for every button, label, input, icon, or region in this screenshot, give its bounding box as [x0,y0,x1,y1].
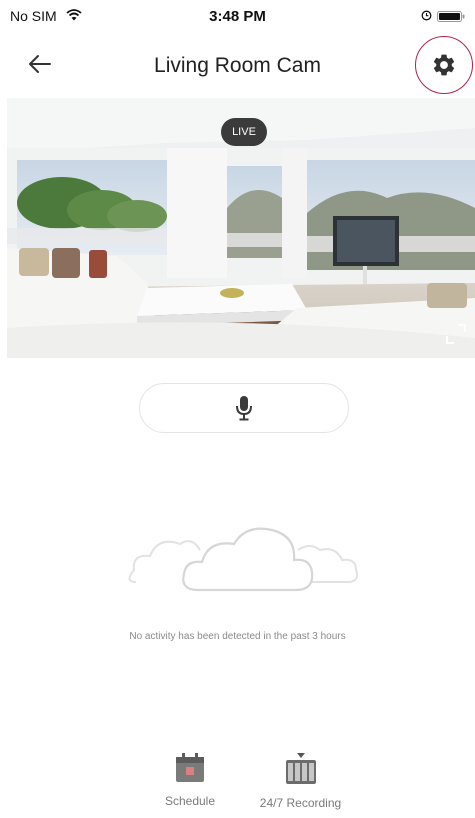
alarm-icon [421,10,432,21]
schedule-button[interactable]: Schedule [155,752,225,808]
calendar-icon [176,753,204,782]
recording-label: 24/7 Recording [259,796,342,810]
fullscreen-icon[interactable] [445,323,467,345]
gear-icon [433,54,455,76]
status-bar: No SIM 3:48 PM [0,0,475,30]
talk-button[interactable] [139,383,349,433]
live-badge: LIVE [221,118,267,146]
nav-bar: Living Room Cam [0,30,475,98]
settings-button[interactable] [415,36,473,94]
camera-live-feed[interactable]: LIVE [7,98,475,358]
film-strip-icon [285,753,316,784]
clouds-icon [128,527,359,592]
status-time: 3:48 PM [209,8,266,25]
battery-icon [437,11,465,22]
empty-state-message: No activity has been detected in the pas… [129,631,346,642]
schedule-label: Schedule [164,794,216,808]
continuous-recording-button[interactable]: 24/7 Recording [243,752,358,810]
microphone-icon [236,396,252,421]
page-title: Living Room Cam [154,54,321,77]
